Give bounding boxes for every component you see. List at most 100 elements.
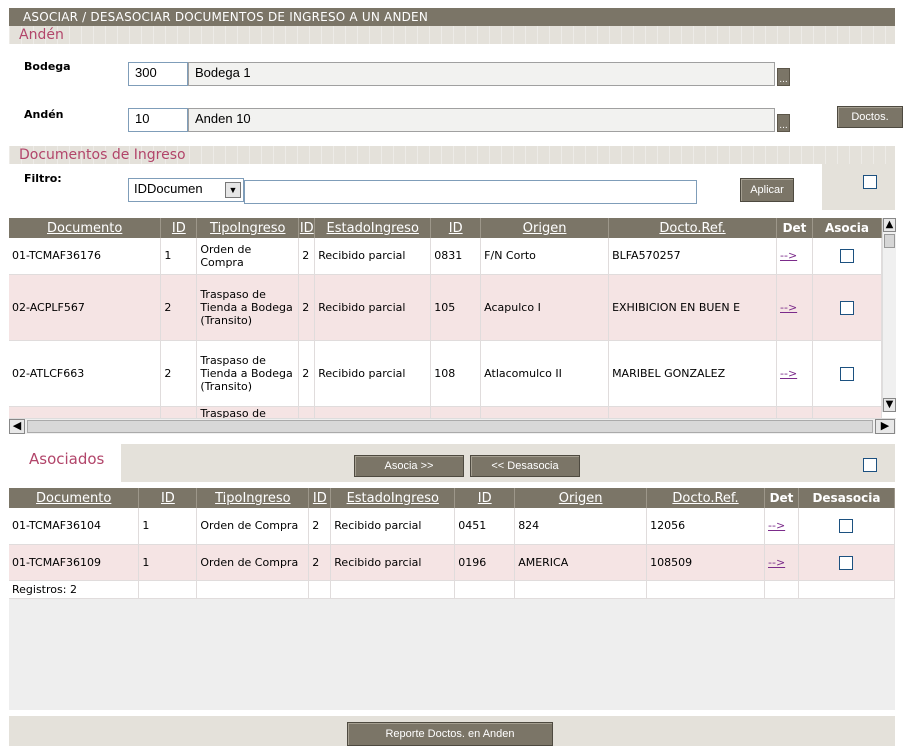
- col-tipo-ingreso[interactable]: TipoIngreso: [196, 218, 300, 238]
- select-all-desasocia-checkbox[interactable]: [863, 458, 877, 472]
- table-row: 01-TCMAF36176 1 Orden de Compra 2 Recibi…: [9, 238, 882, 275]
- select-all-asocia-checkbox[interactable]: [863, 175, 877, 189]
- registros-row: Registros: 2: [9, 580, 896, 599]
- bodega-label: Bodega: [24, 60, 71, 73]
- row-tipo: Traspaso de Tienda a Bodega (Transito): [196, 340, 300, 407]
- row-id-2: 2: [298, 238, 316, 275]
- scroll-left-icon[interactable]: ◀: [9, 419, 25, 434]
- row-estado: Recibido parcial: [314, 238, 432, 275]
- col-origen[interactable]: Origen: [480, 218, 610, 238]
- row-tipo: Orden de Compra: [196, 544, 310, 581]
- anden-label: Andén: [24, 108, 64, 121]
- anden-name-field: Anden 10: [188, 108, 775, 132]
- asocia-button[interactable]: Asocia >>: [354, 455, 464, 477]
- detail-link[interactable]: -->: [764, 508, 799, 545]
- table-row: 01-TCMAF36109 1 Orden de Compra 2 Recibi…: [9, 544, 896, 581]
- row-tipo: Orden de Compra: [196, 508, 310, 545]
- row-id-2: 2: [298, 340, 316, 407]
- docs-vertical-scrollbar[interactable]: ▲ ▼: [882, 218, 896, 412]
- desasocia-cell: [798, 544, 896, 581]
- bodega-name-field: Bodega 1: [188, 62, 775, 86]
- scroll-up-icon[interactable]: ▲: [883, 218, 896, 232]
- detail-link[interactable]: -->: [776, 274, 813, 341]
- row-tipo: Traspaso de Tienda a Bodega (Transito): [196, 274, 300, 341]
- row-id: 2: [160, 274, 198, 341]
- chevron-down-icon: ▼: [225, 182, 241, 198]
- bodega-code-field[interactable]: 300: [128, 62, 188, 86]
- row-documento: 01-TCMAF36104: [9, 508, 140, 545]
- row-id: 1: [160, 238, 198, 275]
- detail-link[interactable]: -->: [776, 340, 813, 407]
- window-title: ASOCIAR / DESASOCIAR DOCUMENTOS DE INGRE…: [9, 8, 895, 26]
- col-id-3[interactable]: ID: [454, 488, 516, 508]
- report-button[interactable]: Reporte Doctos. en Anden: [347, 722, 553, 746]
- asocia-checkbox[interactable]: [839, 366, 854, 381]
- col-estado-ingreso[interactable]: EstadoIngreso: [330, 488, 456, 508]
- row-id-2: 2: [308, 508, 332, 545]
- table-row: 02-ACPLF567 2 Traspaso de Tienda a Bodeg…: [9, 274, 882, 341]
- row-tipo: Traspaso de: [196, 406, 300, 418]
- asocia-cell: [812, 238, 882, 275]
- detail-link[interactable]: -->: [764, 544, 799, 581]
- row-estado: Recibido parcial: [330, 508, 456, 545]
- anden-lookup-button[interactable]: ...: [777, 114, 790, 132]
- table-row: 01-TCMAF36104 1 Orden de Compra 2 Recibi…: [9, 508, 896, 545]
- desasocia-button[interactable]: << Desasocia: [470, 455, 580, 477]
- docs-table: Documento ID TipoIngreso ID EstadoIngres…: [9, 218, 882, 418]
- col-tipo-ingreso[interactable]: TipoIngreso: [196, 488, 310, 508]
- asocia-checkbox[interactable]: [839, 249, 854, 264]
- col-documento[interactable]: Documento: [9, 218, 162, 238]
- bodega-lookup-button[interactable]: ...: [777, 68, 790, 86]
- table-row: Traspaso de: [9, 406, 882, 418]
- row-estado: Recibido parcial: [330, 544, 456, 581]
- docs-table-container: Documento ID TipoIngreso ID EstadoIngres…: [9, 218, 882, 418]
- row-docto-ref: EXHIBICION EN BUEN E: [608, 274, 777, 341]
- row-docto-ref: 12056: [646, 508, 765, 545]
- col-origen[interactable]: Origen: [514, 488, 648, 508]
- row-origen: AMERICA: [514, 544, 648, 581]
- filter-select[interactable]: IDDocumen ▼: [128, 178, 244, 202]
- row-id-2: 2: [298, 274, 316, 341]
- horizontal-scroll-thumb[interactable]: [27, 420, 873, 433]
- doctos-button[interactable]: Doctos.: [837, 106, 903, 128]
- col-documento[interactable]: Documento: [9, 488, 140, 508]
- filter-input[interactable]: [244, 180, 697, 204]
- col-id-2[interactable]: ID: [298, 218, 316, 238]
- col-id-3[interactable]: ID: [430, 218, 482, 238]
- col-asocia: Asocia: [812, 218, 882, 238]
- vertical-scroll-thumb[interactable]: [884, 234, 895, 248]
- detail-link[interactable]: -->: [776, 238, 813, 275]
- row-id-2: 2: [308, 544, 332, 581]
- desasocia-checkbox[interactable]: [839, 519, 854, 534]
- row-origen: 824: [514, 508, 648, 545]
- asocia-checkbox[interactable]: [839, 300, 854, 315]
- row-origen: Atlacomulco II: [480, 340, 610, 407]
- row-origen: F/N Corto: [480, 238, 610, 275]
- row-id-3: 0831: [430, 238, 482, 275]
- desasocia-checkbox[interactable]: [839, 555, 854, 570]
- col-docto-ref[interactable]: Docto.Ref.: [646, 488, 765, 508]
- scroll-right-icon[interactable]: ▶: [875, 419, 895, 434]
- row-documento: 02-ATLCF663: [9, 340, 162, 407]
- anden-code-field[interactable]: 10: [128, 108, 188, 132]
- col-id[interactable]: ID: [138, 488, 198, 508]
- filtro-label: Filtro:: [24, 172, 62, 185]
- col-id-2[interactable]: ID: [308, 488, 332, 508]
- row-documento: 01-TCMAF36109: [9, 544, 140, 581]
- docs-table-header: Documento ID TipoIngreso ID EstadoIngres…: [9, 218, 882, 238]
- apply-filter-button[interactable]: Aplicar: [740, 178, 794, 202]
- col-det: Det: [764, 488, 799, 508]
- col-det: Det: [776, 218, 813, 238]
- row-docto-ref: MARIBEL GONZALEZ: [608, 340, 777, 407]
- col-desasocia: Desasocia: [798, 488, 896, 508]
- docs-horizontal-scrollbar[interactable]: ◀ ▶: [9, 418, 896, 434]
- row-origen: Acapulco I: [480, 274, 610, 341]
- registros-count: Registros: 2: [9, 580, 140, 599]
- select-all-panel: [822, 164, 895, 210]
- col-estado-ingreso[interactable]: EstadoIngreso: [314, 218, 432, 238]
- scroll-down-icon[interactable]: ▼: [883, 398, 896, 412]
- col-id[interactable]: ID: [160, 218, 198, 238]
- assoc-table: Documento ID TipoIngreso ID EstadoIngres…: [9, 488, 896, 599]
- filter-select-value: IDDocumen: [134, 181, 203, 196]
- col-docto-ref[interactable]: Docto.Ref.: [608, 218, 777, 238]
